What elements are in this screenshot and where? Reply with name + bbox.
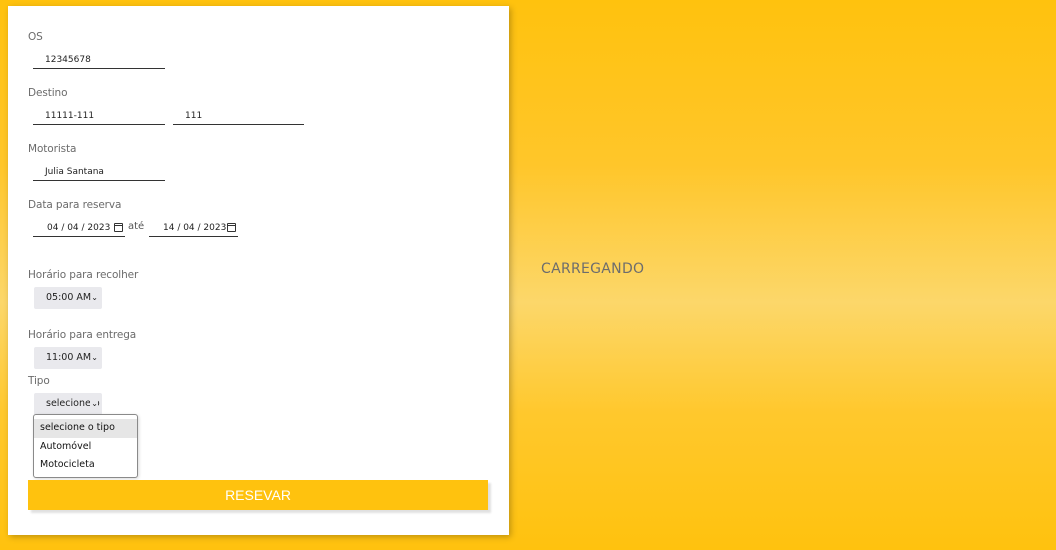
horario-recolher-label: Horário para recolher <box>28 269 139 281</box>
tipo-option-motocicleta[interactable]: Motocicleta <box>34 456 137 475</box>
os-input[interactable]: 12345678 <box>33 54 165 69</box>
reservation-form-card: OS 12345678 Destino 11111-111 111 Motori… <box>8 6 509 535</box>
data-reserva-label: Data para reserva <box>28 199 122 211</box>
data-ate-label: até <box>128 221 145 232</box>
horario-recolher-select[interactable]: 05:00 AM ⌄ <box>34 287 102 309</box>
data-fim-value: 14 / 04 / 2023 <box>163 223 227 233</box>
chevron-down-icon: ⌄ <box>91 293 98 302</box>
destino-label: Destino <box>28 87 68 99</box>
data-inicio-value: 04 / 04 / 2023 <box>47 223 111 233</box>
horario-entrega-label: Horário para entrega <box>28 329 137 341</box>
calendar-icon[interactable] <box>114 223 123 232</box>
reservar-button[interactable]: RESEVAR <box>28 480 488 510</box>
horario-recolher-value: 05:00 AM <box>46 292 92 303</box>
motorista-input[interactable]: Julia Santana <box>33 166 165 181</box>
tipo-option-automovel[interactable]: Automóvel <box>34 438 137 457</box>
loading-text: CARREGANDO <box>541 261 645 277</box>
chevron-down-icon: ⌄ <box>91 353 98 362</box>
tipo-select[interactable]: selecione o tipo ⌄ <box>34 393 102 415</box>
data-inicio-input[interactable]: 04 / 04 / 2023 <box>33 222 125 237</box>
chevron-down-icon: ⌄ <box>90 393 98 415</box>
calendar-icon[interactable] <box>227 223 236 232</box>
destino-numero-input[interactable]: 111 <box>173 110 304 125</box>
horario-entrega-select[interactable]: 11:00 AM ⌄ <box>34 347 102 369</box>
os-label: OS <box>28 31 43 43</box>
tipo-dropdown-list: selecione o tipo Automóvel Motocicleta <box>33 414 138 478</box>
horario-entrega-value: 11:00 AM <box>46 352 92 363</box>
tipo-option-selecione[interactable]: selecione o tipo <box>34 419 137 438</box>
motorista-label: Motorista <box>28 143 77 155</box>
destino-cep-input[interactable]: 11111-111 <box>33 110 165 125</box>
data-fim-input[interactable]: 14 / 04 / 2023 <box>149 222 238 237</box>
tipo-label: Tipo <box>28 375 50 387</box>
